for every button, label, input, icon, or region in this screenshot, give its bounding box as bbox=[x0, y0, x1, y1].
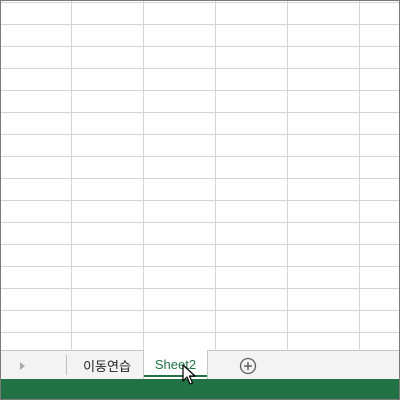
column-divider bbox=[215, 1, 216, 350]
row-divider bbox=[1, 178, 399, 179]
row-divider bbox=[1, 310, 399, 311]
row-divider bbox=[1, 222, 399, 223]
triangle-right-icon bbox=[20, 362, 25, 370]
plus-circle-icon bbox=[239, 357, 257, 375]
row-divider bbox=[1, 134, 399, 135]
column-divider bbox=[359, 1, 360, 350]
row-divider bbox=[1, 46, 399, 47]
sheet-tab-label: Sheet2 bbox=[154, 357, 197, 372]
column-divider bbox=[287, 1, 288, 350]
tab-separator bbox=[66, 355, 67, 375]
row-divider bbox=[1, 288, 399, 289]
row-divider bbox=[1, 90, 399, 91]
sheet-tab-bar: 이동연습 Sheet2 bbox=[1, 350, 399, 379]
row-divider bbox=[1, 68, 399, 69]
row-divider bbox=[1, 332, 399, 333]
row-divider bbox=[1, 24, 399, 25]
row-divider bbox=[1, 200, 399, 201]
sheet-tab-1[interactable]: 이동연습 bbox=[71, 351, 143, 379]
row-divider bbox=[1, 266, 399, 267]
status-bar bbox=[1, 379, 399, 399]
row-divider bbox=[1, 156, 399, 157]
row-divider bbox=[1, 112, 399, 113]
new-sheet-button[interactable] bbox=[239, 357, 257, 375]
row-divider bbox=[1, 2, 399, 3]
worksheet-grid[interactable] bbox=[1, 1, 399, 350]
excel-window: 이동연습 Sheet2 bbox=[0, 0, 400, 400]
column-divider bbox=[143, 1, 144, 350]
row-divider bbox=[1, 244, 399, 245]
scroll-tabs-right-button[interactable] bbox=[15, 358, 31, 374]
column-divider bbox=[71, 1, 72, 350]
active-tab-underline bbox=[144, 375, 207, 377]
sheet-tab-label: 이동연습 bbox=[83, 358, 131, 374]
sheet-tab-2-active[interactable]: Sheet2 bbox=[143, 350, 208, 379]
